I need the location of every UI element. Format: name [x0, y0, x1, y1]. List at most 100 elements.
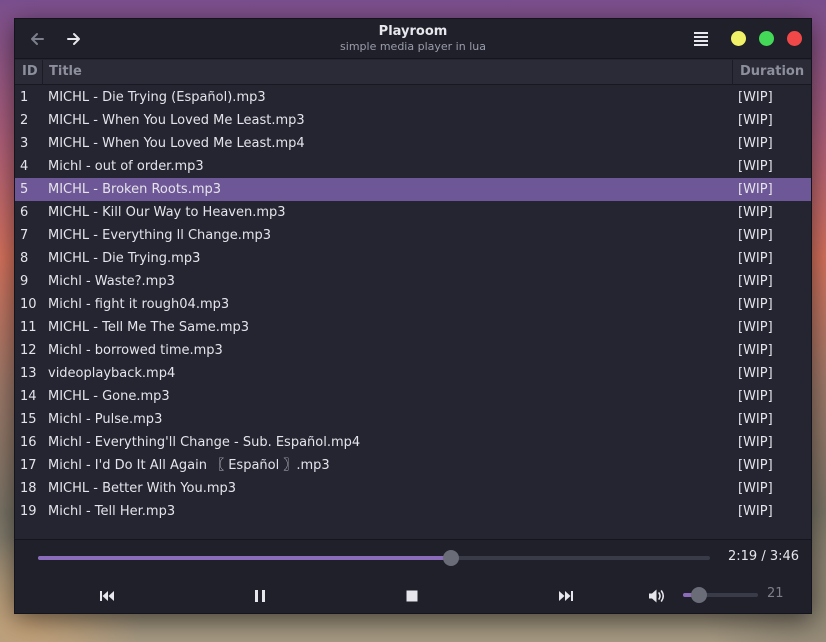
arrow-right-icon: [67, 33, 80, 45]
table-row[interactable]: 5 MICHL - Broken Roots.mp3 [WIP]: [15, 178, 811, 201]
row-duration: [WIP]: [738, 113, 773, 128]
seek-progress: [38, 556, 452, 560]
row-title: MICHL - Tell Me The Same.mp3: [48, 320, 250, 335]
row-id: 1: [20, 90, 29, 105]
header-bar: Playroom simple media player in lua: [15, 19, 811, 59]
table-row[interactable]: 16 Michl - Everything'll Change - Sub. Es…: [15, 431, 811, 454]
row-title: MICHL - Kill Our Way to Heaven.mp3: [48, 205, 286, 220]
row-id: 7: [20, 228, 29, 243]
back-button[interactable]: [25, 27, 49, 51]
row-duration: [WIP]: [738, 435, 773, 450]
table-row[interactable]: 13 videoplayback.mp4 [WIP]: [15, 362, 811, 385]
row-id: 8: [20, 251, 29, 266]
row-duration: [WIP]: [738, 297, 773, 312]
table-row[interactable]: 15 Michl - Pulse.mp3 [WIP]: [15, 408, 811, 431]
row-id: 2: [20, 113, 29, 128]
row-duration: [WIP]: [738, 136, 773, 151]
playlist-table: 1 MICHL - Die Trying (Español).mp3 [WIP] 2 M…: [15, 86, 811, 523]
row-duration: [WIP]: [738, 274, 773, 289]
row-title: videoplayback.mp4: [48, 366, 176, 381]
row-duration: [WIP]: [738, 228, 773, 243]
stop-icon: [406, 590, 418, 602]
row-duration: [WIP]: [738, 159, 773, 174]
row-duration: [WIP]: [738, 251, 773, 266]
row-duration: [WIP]: [738, 389, 773, 404]
menu-button[interactable]: [691, 29, 711, 49]
row-id: 10: [20, 297, 37, 312]
table-row[interactable]: 1 MICHL - Die Trying (Español).mp3 [WIP]: [15, 86, 811, 109]
table-row[interactable]: 10 Michl - fight it rough04.mp3 [WIP]: [15, 293, 811, 316]
row-title: MICHL - Gone.mp3: [48, 389, 170, 404]
row-title: Michl - Waste?.mp3: [48, 274, 175, 289]
volume-handle[interactable]: [690, 587, 707, 603]
row-id: 16: [20, 435, 37, 450]
table-row[interactable]: 19 Michl - Tell Her.mp3 [WIP]: [15, 500, 811, 523]
player-window: Playroom simple media player in lua ID T…: [14, 18, 812, 614]
row-id: 3: [20, 136, 29, 151]
table-row[interactable]: 9 Michl - Waste?.mp3 [WIP]: [15, 270, 811, 293]
table-row[interactable]: 7 MICHL - Everything ll Change.mp3 [WIP]: [15, 224, 811, 247]
row-duration: [WIP]: [738, 412, 773, 427]
seek-slider[interactable]: [38, 550, 710, 566]
skip-previous-icon: [100, 591, 114, 601]
maximize-button[interactable]: [759, 31, 774, 46]
next-button[interactable]: [555, 586, 577, 606]
player-controls: 2:19 / 3:46 21: [15, 539, 811, 613]
row-title: Michl - Pulse.mp3: [48, 412, 163, 427]
row-title: Michl - out of order.mp3: [48, 159, 204, 174]
row-id: 12: [20, 343, 37, 358]
column-header-duration[interactable]: Duration: [734, 60, 811, 85]
row-title: MICHL - Die Trying.mp3: [48, 251, 201, 266]
table-row[interactable]: 4 Michl - out of order.mp3 [WIP]: [15, 155, 811, 178]
row-title: Michl - Tell Her.mp3: [48, 504, 176, 519]
row-duration: [WIP]: [738, 205, 773, 220]
table-row[interactable]: 11 MICHL - Tell Me The Same.mp3 [WIP]: [15, 316, 811, 339]
table-row[interactable]: 18 MICHL - Better With You.mp3 [WIP]: [15, 477, 811, 500]
row-duration: [WIP]: [738, 366, 773, 381]
volume-slider[interactable]: [683, 587, 758, 603]
row-title: MICHL - Better With You.mp3: [48, 481, 237, 496]
table-row[interactable]: 2 MICHL - When You Loved Me Least.mp3 [WIP…: [15, 109, 811, 132]
volume-button[interactable]: [646, 586, 668, 606]
row-title: MICHL - When You Loved Me Least.mp3: [48, 113, 305, 128]
table-row[interactable]: 6 MICHL - Kill Our Way to Heaven.mp3 [WIP]: [15, 201, 811, 224]
row-id: 15: [20, 412, 37, 427]
table-row[interactable]: 14 MICHL - Gone.mp3 [WIP]: [15, 385, 811, 408]
seek-handle[interactable]: [443, 550, 460, 566]
row-id: 17: [20, 458, 37, 473]
pause-icon: [255, 590, 265, 602]
row-title: Michl - Everything'll Change - Sub. Espa…: [48, 435, 361, 450]
row-id: 11: [20, 320, 37, 335]
volume-value: 21: [767, 586, 784, 601]
previous-button[interactable]: [96, 586, 118, 606]
row-duration: [WIP]: [738, 182, 773, 197]
column-header-id[interactable]: ID: [15, 60, 43, 85]
table-row[interactable]: 3 MICHL - When You Loved Me Least.mp4 [WIP…: [15, 132, 811, 155]
row-duration: [WIP]: [738, 481, 773, 496]
row-id: 14: [20, 389, 37, 404]
row-title: MICHL - Broken Roots.mp3: [48, 182, 222, 197]
volume-icon: [649, 589, 665, 603]
table-row[interactable]: 12 Michl - borrowed time.mp3 [WIP]: [15, 339, 811, 362]
table-header: ID Title Duration: [15, 60, 811, 85]
row-title: Michl - fight it rough04.mp3: [48, 297, 230, 312]
row-id: 4: [20, 159, 29, 174]
close-button[interactable]: [787, 31, 802, 46]
hamburger-menu-icon: [694, 32, 708, 46]
table-row[interactable]: 8 MICHL - Die Trying.mp3 [WIP]: [15, 247, 811, 270]
row-title: MICHL - Everything ll Change.mp3: [48, 228, 272, 243]
row-title: MICHL - Die Trying (Español).mp3: [48, 90, 266, 105]
row-id: 9: [20, 274, 29, 289]
stop-button[interactable]: [401, 586, 423, 606]
forward-button[interactable]: [62, 27, 86, 51]
skip-next-icon: [559, 591, 573, 601]
row-duration: [WIP]: [738, 343, 773, 358]
row-id: 13: [20, 366, 37, 381]
minimize-button[interactable]: [731, 31, 746, 46]
arrow-left-icon: [31, 33, 44, 45]
pause-button[interactable]: [249, 586, 271, 606]
row-title: Michl - borrowed time.mp3: [48, 343, 223, 358]
column-header-title[interactable]: Title: [43, 60, 733, 85]
table-row[interactable]: 17 Michl - I'd Do It All Again 〖 Español …: [15, 454, 811, 477]
row-duration: [WIP]: [738, 504, 773, 519]
